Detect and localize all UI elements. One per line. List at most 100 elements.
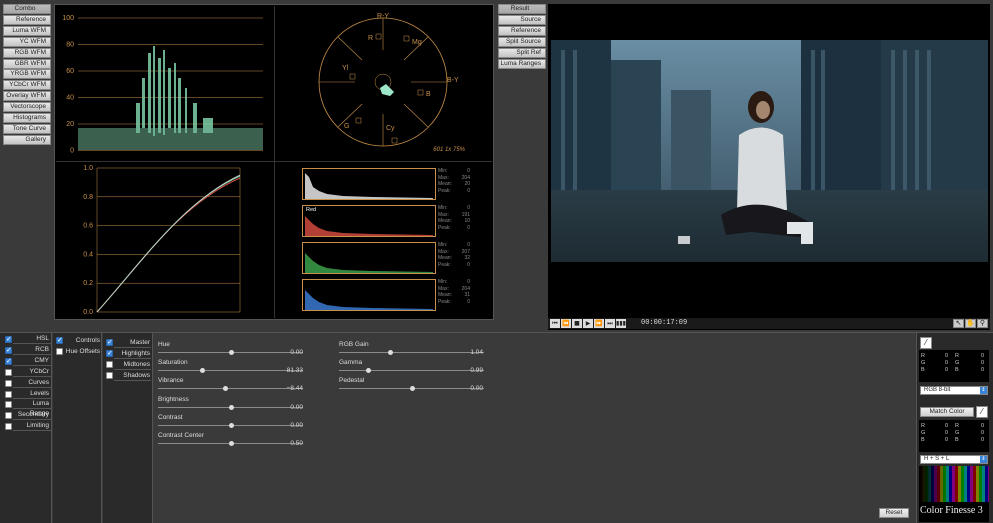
category-checkbox-levels[interactable] bbox=[5, 390, 12, 398]
go-to-start-icon[interactable]: ⏮ bbox=[550, 319, 560, 328]
viewer-button-split-source[interactable]: Split Source bbox=[498, 36, 546, 47]
vs-label-b: B bbox=[426, 91, 431, 98]
viewer-button-luma-ranges[interactable]: Luma Ranges bbox=[498, 58, 546, 69]
histogram-stat-value: 0 bbox=[467, 279, 470, 285]
slider-knob-hue[interactable] bbox=[228, 350, 234, 355]
histogram-stat-value: 0 bbox=[467, 168, 470, 174]
option-checkbox-hue-offsets[interactable] bbox=[56, 348, 63, 355]
category-label-limiting[interactable]: Limiting bbox=[13, 421, 51, 432]
match-eyedropper-button[interactable]: ⁄ bbox=[976, 406, 988, 418]
tonal-range-label-highlights[interactable]: Highlights bbox=[114, 349, 151, 359]
slider-value-saturation[interactable]: 81.33 bbox=[273, 367, 303, 374]
eyedropper-button[interactable]: ⁄ bbox=[920, 337, 932, 349]
slider-knob-pedestal[interactable] bbox=[409, 386, 415, 392]
view-button-overlay-wfm[interactable]: Overlay WFM bbox=[3, 91, 51, 102]
slider-knob-brightness[interactable] bbox=[228, 404, 234, 410]
color-mode-select[interactable]: RGB 8-bit ⇕ bbox=[920, 386, 988, 395]
histogram-stat-label: Min: bbox=[438, 168, 448, 174]
view-button-ycbcr-wfm[interactable]: YCbCr WFM bbox=[3, 80, 51, 91]
category-checkbox-luma-range[interactable] bbox=[5, 401, 12, 409]
reset-button[interactable]: Reset bbox=[879, 508, 909, 518]
slider-value-gamma[interactable]: 0.99 bbox=[453, 367, 483, 374]
category-checkbox-curves[interactable] bbox=[5, 379, 12, 387]
category-checkbox-cmy[interactable] bbox=[5, 357, 12, 365]
category-checkbox-limiting[interactable] bbox=[5, 423, 12, 431]
wfm-tick: 100 bbox=[62, 15, 74, 22]
zoom-tool-button[interactable]: ⚲ bbox=[977, 319, 988, 328]
view-button-gbr-wfm[interactable]: GBR WFM bbox=[3, 58, 51, 69]
hand-tool-button[interactable]: ✋ bbox=[965, 319, 976, 328]
tonal-range-label-midtones[interactable]: Midtones bbox=[114, 360, 151, 370]
category-label-cmy[interactable]: CMY bbox=[13, 356, 51, 366]
play-icon[interactable]: ▶ bbox=[583, 319, 593, 328]
viewer-button-reference[interactable]: Reference bbox=[498, 25, 546, 36]
view-button-vectorscope[interactable]: Vectorscope bbox=[3, 102, 51, 113]
go-to-end-icon[interactable]: ⏭ bbox=[605, 319, 615, 328]
tonal-range-label-shadows[interactable]: Shadows bbox=[114, 371, 151, 381]
view-button-yrgb-wfm[interactable]: YRGB WFM bbox=[3, 69, 51, 80]
color-space-select[interactable]: H + S + L ⇕ bbox=[920, 455, 988, 464]
chevron-down-icon: ⇕ bbox=[980, 456, 987, 463]
category-label-hsl[interactable]: HSL bbox=[13, 334, 51, 344]
slider-knob-contrast-center[interactable] bbox=[228, 441, 234, 446]
category-checkbox-ycbcr[interactable] bbox=[5, 368, 12, 376]
slider-value-contrast-center[interactable]: 0.50 bbox=[273, 440, 303, 447]
category-checkbox-hsl[interactable] bbox=[5, 335, 12, 343]
slider-value-rgb-gain[interactable]: 1.04 bbox=[453, 349, 483, 356]
slider-value-vibrance[interactable]: −8.44 bbox=[273, 385, 303, 392]
view-button-luma-wfm[interactable]: Luma WFM bbox=[3, 25, 51, 36]
view-button-reference[interactable]: Reference bbox=[3, 14, 51, 25]
view-button-yc-wfm[interactable]: YC WFM bbox=[3, 36, 51, 47]
view-button-combo[interactable]: Combo bbox=[3, 4, 51, 14]
slider-knob-contrast[interactable] bbox=[228, 422, 234, 428]
tonal-range-label-master[interactable]: Master bbox=[114, 338, 151, 348]
category-checkbox-rcb[interactable] bbox=[5, 346, 12, 354]
color-readout: B bbox=[921, 437, 925, 443]
option-label-hue-offsets[interactable]: Hue Offsets bbox=[64, 347, 100, 356]
slider-knob-saturation[interactable] bbox=[199, 368, 205, 374]
color-readout: 0 bbox=[945, 360, 949, 366]
color-readout: 0 bbox=[981, 423, 985, 429]
category-label-rcb[interactable]: RCB bbox=[13, 345, 51, 355]
tonal-range-checkbox-shadows[interactable] bbox=[106, 372, 113, 379]
viewer-button-split-ref[interactable]: Split Ref bbox=[498, 47, 546, 58]
histogram-stat-value: 32 bbox=[464, 255, 470, 261]
category-label-ycbcr[interactable]: YCbCr bbox=[13, 367, 51, 377]
view-button-rgb-wfm[interactable]: RGB WFM bbox=[3, 47, 51, 58]
loop-icon[interactable]: ▮▮▮ bbox=[616, 319, 626, 328]
match-color-button[interactable]: Match Color bbox=[920, 407, 974, 417]
step-forward-icon[interactable]: ⏩ bbox=[594, 319, 604, 328]
histogram-stat-value: 20 bbox=[464, 181, 470, 187]
vectorscope-footer: 601 1x 75% bbox=[433, 147, 465, 153]
category-label-secondary[interactable]: Secondary bbox=[13, 410, 51, 421]
view-button-histograms[interactable]: Histograms bbox=[3, 113, 51, 123]
slider-value-pedestal[interactable]: 0.00 bbox=[453, 385, 483, 392]
category-label-levels[interactable]: Levels bbox=[13, 389, 51, 399]
category-label-luma-range[interactable]: Luma Range bbox=[13, 399, 51, 417]
slider-value-hue[interactable]: 0.00 bbox=[273, 349, 303, 356]
slider-value-contrast[interactable]: 0.00 bbox=[273, 422, 303, 429]
color-readout: B bbox=[955, 367, 959, 373]
histogram-3 bbox=[302, 279, 436, 311]
slider-value-brightness[interactable]: 0.00 bbox=[273, 404, 303, 411]
category-checkbox-secondary[interactable] bbox=[5, 412, 12, 420]
viewer-button-source[interactable]: Source bbox=[498, 14, 546, 25]
color-readout: G bbox=[955, 430, 960, 436]
stop-icon[interactable]: ■ bbox=[572, 319, 582, 328]
tonal-range-checkbox-master[interactable] bbox=[106, 338, 113, 346]
viewer-button-result[interactable]: Result bbox=[498, 4, 546, 14]
option-label-controls[interactable]: Controls bbox=[64, 336, 100, 345]
option-checkbox-controls[interactable] bbox=[56, 336, 63, 344]
tonal-range-checkbox-highlights[interactable] bbox=[106, 349, 113, 357]
histogram-stat-value: 0 bbox=[467, 261, 470, 268]
tone-curve-tick: 0.2 bbox=[83, 280, 93, 287]
step-back-icon[interactable]: ⏪ bbox=[561, 319, 571, 328]
histogram-stat-value: 31 bbox=[464, 292, 470, 298]
view-button-tone-curve[interactable]: Tone Curve bbox=[3, 123, 51, 134]
view-button-gallery[interactable]: Gallery bbox=[3, 134, 51, 145]
category-label-curves[interactable]: Curves bbox=[13, 378, 51, 388]
tonal-range-checkbox-midtones[interactable] bbox=[106, 361, 113, 368]
slider-knob-rgb-gain[interactable] bbox=[387, 350, 393, 355]
vs-label-cy: Cy bbox=[386, 125, 395, 132]
pointer-tool-button[interactable]: ↖ bbox=[953, 319, 964, 328]
